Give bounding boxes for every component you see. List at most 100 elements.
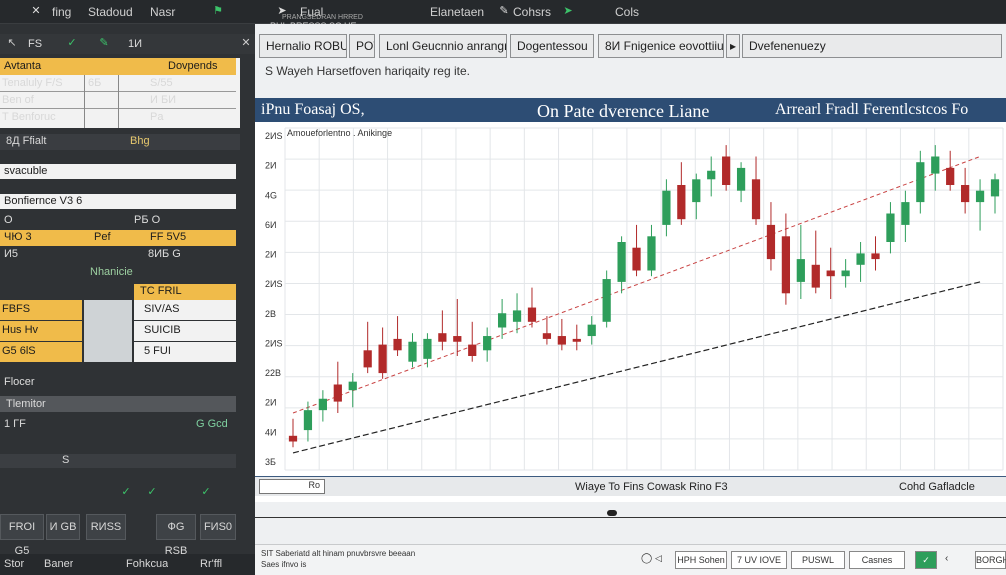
y-tick-label: 4И bbox=[265, 427, 276, 437]
grid-cell[interactable]: SIV/AS bbox=[134, 300, 236, 320]
check-icon[interactable]: ✓ bbox=[146, 486, 158, 498]
trend-line-lower bbox=[292, 281, 981, 454]
pin-icon[interactable]: ✎ bbox=[98, 37, 110, 49]
menu-item-5[interactable]: Elanetaen bbox=[430, 5, 484, 19]
tab-4[interactable]: Dogentessou bbox=[510, 34, 594, 58]
y-tick-label: 2ИS bbox=[265, 279, 282, 289]
chart-area[interactable]: 2ИS 2И 4G 6И 2И 2ИS 2B 2ИS 22B 2И 4И 3Б Amoueforlent… bbox=[255, 122, 1006, 502]
footer-item[interactable]: Rr'ffl bbox=[200, 558, 222, 570]
grid-cell[interactable]: 5 FUI bbox=[134, 342, 236, 362]
candle-body bbox=[542, 333, 552, 339]
tab-6[interactable]: Dvefenenuezy bbox=[742, 34, 1002, 58]
menu-item-2[interactable]: Stadoud bbox=[88, 5, 133, 19]
edit-icon[interactable]: ✎ bbox=[498, 5, 510, 17]
menu-item-1[interactable]: fing bbox=[52, 5, 71, 19]
grid-cell[interactable]: G5 6lS bbox=[0, 342, 82, 362]
section-label: 8Д Ffialt bbox=[6, 135, 47, 147]
grid-cell[interactable]: Hus Hv bbox=[0, 321, 82, 341]
candle-body bbox=[677, 185, 686, 220]
left-toolbar-label-1[interactable]: FS bbox=[28, 38, 42, 50]
section-title: Bhg bbox=[130, 135, 150, 147]
candle-body bbox=[557, 336, 566, 345]
tab-2[interactable]: POT bbox=[349, 34, 375, 58]
tab-3[interactable]: Lonl Geucnnio anrangrs bbox=[379, 34, 507, 58]
chart-title-right: Arrearl Fradl Ferentlcstcos Fo bbox=[775, 101, 969, 118]
candle-body bbox=[766, 224, 776, 260]
candlestick-chart[interactable]: 2ИS 2И 4G 6И 2И 2ИS 2B 2ИS 22B 2И 4И 3Б Amoueforlent… bbox=[255, 122, 1006, 476]
tab-1[interactable]: Hernalio ROBU bbox=[259, 34, 347, 58]
text-input[interactable]: Tlemitor bbox=[0, 396, 236, 412]
bottom-note: Saes ifnvo is bbox=[261, 560, 307, 569]
chevron-left-icon[interactable]: ◁ bbox=[655, 553, 662, 564]
candle-body bbox=[363, 350, 372, 368]
y-tick-label: 2И bbox=[265, 398, 276, 408]
bottom-note: SIT Saberiatd alt hinam pnuvbrsvre beeaa… bbox=[261, 549, 416, 558]
candle-body bbox=[975, 190, 985, 203]
menu-item-7[interactable]: Cols bbox=[615, 5, 639, 19]
green-flag-icon[interactable]: ⚑ bbox=[212, 5, 224, 17]
candle-body bbox=[632, 247, 641, 271]
status-button[interactable]: Ro bbox=[259, 479, 325, 494]
radio-icon[interactable]: ◯ bbox=[641, 553, 652, 564]
cell-c: И БИ bbox=[150, 94, 177, 106]
panel-button-2[interactable]: И GB bbox=[46, 514, 80, 540]
bottom-button-1[interactable]: HPH Sohen bbox=[675, 551, 727, 569]
footer-item[interactable]: Stor bbox=[4, 558, 24, 570]
panel-button-1[interactable]: FROI G5 bbox=[0, 514, 44, 557]
bottom-button-2[interactable]: 7 UV IOVE bbox=[731, 551, 787, 569]
grid-cell[interactable]: FBFS bbox=[0, 300, 82, 320]
menu-item-3[interactable]: Nasr bbox=[150, 5, 175, 19]
check-icon[interactable]: ✓ bbox=[120, 486, 132, 498]
tab-arrow-icon[interactable]: ▸ bbox=[726, 34, 740, 58]
cell-c: S/55 bbox=[150, 77, 173, 89]
candle-body bbox=[438, 333, 447, 342]
move-icon[interactable]: ↖ bbox=[6, 37, 18, 49]
menu-item-6[interactable]: Cohsrs bbox=[513, 5, 551, 19]
check-icon[interactable]: ✓ bbox=[200, 486, 212, 498]
footer-item[interactable]: Fohkcua bbox=[126, 558, 168, 570]
data-table: Avtanta Dovpends Tenaluly F/S 6Б S/55 Be… bbox=[0, 58, 240, 128]
panel-button-5[interactable]: FИS0 bbox=[200, 514, 236, 540]
panel-button-3[interactable]: RИSS bbox=[86, 514, 126, 540]
candle-body bbox=[916, 162, 925, 203]
left-toolbar: ↖ FS ✓ ✎ 1И ✕ bbox=[0, 34, 255, 54]
confirm-button[interactable]: ✓ bbox=[915, 551, 937, 569]
candle-body bbox=[483, 336, 492, 351]
chevron-left-icon[interactable]: ‹ bbox=[945, 553, 948, 564]
section-header[interactable]: 8Д Ffialt Bhg bbox=[0, 134, 240, 150]
close-icon[interactable]: ✕ bbox=[240, 37, 252, 49]
panel-button-4[interactable]: ФG RSB bbox=[156, 514, 196, 557]
candle-body bbox=[512, 310, 522, 322]
tab-5[interactable]: 8И Fnigenice eovottiiul bbox=[598, 34, 724, 58]
row-right: 8ИБ G bbox=[148, 248, 181, 260]
info-row: И5 8ИБ G bbox=[0, 248, 240, 262]
green-arrow-icon[interactable]: ➤ bbox=[562, 5, 574, 17]
bottom-button-4[interactable]: Casnes bbox=[849, 551, 905, 569]
list-item[interactable]: svacuble bbox=[0, 164, 236, 179]
row-right: G Gcd bbox=[196, 418, 228, 430]
y-tick-label: 2И bbox=[265, 250, 276, 260]
footer-item[interactable]: Baner bbox=[44, 558, 73, 570]
field-label: Flocer bbox=[4, 376, 35, 388]
bottom-button-3[interactable]: PUSWL bbox=[791, 551, 845, 569]
candle-body bbox=[602, 279, 611, 322]
candle-body bbox=[826, 270, 835, 277]
left-toolbar-label-2[interactable]: 1И bbox=[128, 38, 142, 50]
cell-b: 6Б bbox=[88, 77, 102, 89]
grid-cell[interactable]: SUICIB bbox=[134, 321, 236, 341]
selected-row[interactable]: ЧЮ 3 Pef FF 5V5 bbox=[0, 230, 236, 246]
check-icon[interactable]: ✓ bbox=[66, 37, 78, 49]
candle-body bbox=[796, 259, 805, 282]
candle-body bbox=[572, 338, 581, 342]
list-item[interactable]: Bonfiernce V3 6 bbox=[0, 194, 236, 209]
info-row: 1 ГF G Gcd bbox=[0, 418, 240, 432]
row-left: И5 bbox=[4, 248, 19, 260]
bottom-button-5[interactable]: BORGHN bbox=[975, 551, 1006, 569]
divider bbox=[255, 517, 1006, 518]
table-header-right: Dovpends bbox=[168, 60, 218, 72]
bottom-bar: SIT Saberiatd alt hinam pnuvbrsvre beeaa… bbox=[255, 544, 1006, 575]
candle-body bbox=[647, 236, 656, 271]
chart-status-bar: Ro Wiaye To Fins Cowask Rino F3 Cohd Gaf… bbox=[255, 476, 1006, 496]
cross-icon[interactable]: ✕ bbox=[30, 5, 42, 17]
table-divider bbox=[118, 75, 119, 128]
